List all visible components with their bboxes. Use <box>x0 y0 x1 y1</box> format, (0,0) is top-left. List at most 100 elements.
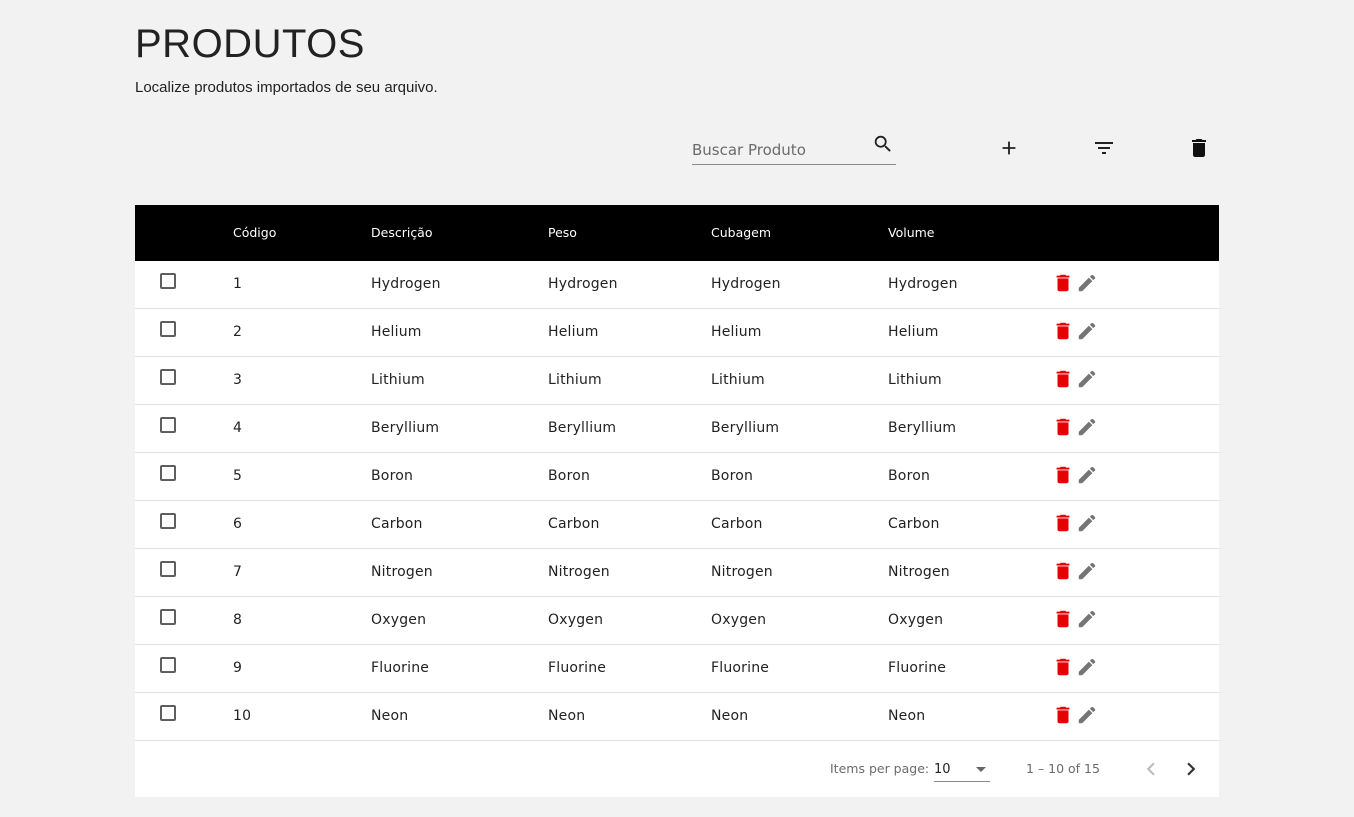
row-checkbox[interactable] <box>160 609 176 625</box>
cell-codigo: 8 <box>233 612 243 628</box>
table-row: 3 Lithium Lithium Lithium Lithium <box>135 357 1219 405</box>
edit-icon[interactable] <box>1076 272 1098 294</box>
edit-icon[interactable] <box>1076 512 1098 534</box>
row-checkbox[interactable] <box>160 417 176 433</box>
filter-button[interactable] <box>1089 133 1119 163</box>
table-row: 1 Hydrogen Hydrogen Hydrogen Hydrogen <box>135 261 1219 309</box>
items-per-page-select[interactable]: 10 <box>934 757 990 782</box>
cell-descricao: Hydrogen <box>371 276 441 292</box>
row-checkbox[interactable] <box>160 465 176 481</box>
cell-descricao: Beryllium <box>371 420 440 436</box>
cell-volume: Beryllium <box>888 420 957 436</box>
row-checkbox[interactable] <box>160 561 176 577</box>
cell-volume: Nitrogen <box>888 564 950 580</box>
edit-icon[interactable] <box>1076 656 1098 678</box>
cell-peso: Helium <box>548 324 599 340</box>
cell-volume: Lithium <box>888 372 942 388</box>
cell-volume: Hydrogen <box>888 276 958 292</box>
row-checkbox[interactable] <box>160 657 176 673</box>
edit-icon[interactable] <box>1076 704 1098 726</box>
edit-icon[interactable] <box>1076 608 1098 630</box>
products-table: Código Descrição Peso Cubagem Volume 1 Hy… <box>135 205 1219 797</box>
trash-icon[interactable] <box>1052 464 1074 486</box>
cell-cubagem: Lithium <box>711 372 765 388</box>
row-checkbox[interactable] <box>160 513 176 529</box>
cell-peso: Fluorine <box>548 660 607 676</box>
edit-icon[interactable] <box>1076 320 1098 342</box>
add-button[interactable] <box>994 133 1024 163</box>
trash-icon[interactable] <box>1052 416 1074 438</box>
paginator: Items per page: 10 1 – 10 of 15 <box>135 741 1219 797</box>
cell-cubagem: Carbon <box>711 516 763 532</box>
cell-volume: Helium <box>888 324 939 340</box>
table-row: 9 Fluorine Fluorine Fluorine Fluorine <box>135 645 1219 693</box>
cell-cubagem: Fluorine <box>711 660 770 676</box>
trash-icon[interactable] <box>1052 704 1074 726</box>
cell-descricao: Carbon <box>371 516 423 532</box>
search-icon[interactable] <box>872 133 894 155</box>
cell-descricao: Neon <box>371 708 409 724</box>
filter-icon <box>1095 142 1113 154</box>
cell-codigo: 6 <box>233 516 243 532</box>
items-per-page-value: 10 <box>934 762 951 777</box>
trash-icon[interactable] <box>1052 608 1074 630</box>
table-row: 7 Nitrogen Nitrogen Nitrogen Nitrogen <box>135 549 1219 597</box>
cell-cubagem: Nitrogen <box>711 564 773 580</box>
cell-peso: Hydrogen <box>548 276 618 292</box>
column-header-cubagem[interactable]: Cubagem <box>711 205 771 261</box>
search-input[interactable] <box>692 139 862 161</box>
trash-icon[interactable] <box>1052 368 1074 390</box>
cell-descricao: Lithium <box>371 372 425 388</box>
page-title: PRODUTOS <box>135 22 365 66</box>
cell-peso: Nitrogen <box>548 564 610 580</box>
cell-cubagem: Helium <box>711 324 762 340</box>
cell-volume: Oxygen <box>888 612 944 628</box>
column-header-codigo[interactable]: Código <box>233 205 276 261</box>
cell-cubagem: Neon <box>711 708 749 724</box>
delete-icon <box>1192 139 1206 157</box>
column-header-volume[interactable]: Volume <box>888 205 935 261</box>
cell-descricao: Fluorine <box>371 660 430 676</box>
cell-volume: Carbon <box>888 516 940 532</box>
items-per-page-label: Items per page: <box>830 761 930 776</box>
cell-cubagem: Boron <box>711 468 754 484</box>
table-header: Código Descrição Peso Cubagem Volume <box>135 205 1219 261</box>
cell-descricao: Oxygen <box>371 612 427 628</box>
cell-descricao: Helium <box>371 324 422 340</box>
row-checkbox[interactable] <box>160 369 176 385</box>
cell-peso: Beryllium <box>548 420 617 436</box>
row-checkbox[interactable] <box>160 321 176 337</box>
cell-codigo: 3 <box>233 372 243 388</box>
edit-icon[interactable] <box>1076 368 1098 390</box>
row-checkbox[interactable] <box>160 273 176 289</box>
table-row: 8 Oxygen Oxygen Oxygen Oxygen <box>135 597 1219 645</box>
cell-descricao: Boron <box>371 468 414 484</box>
table-row: 5 Boron Boron Boron Boron <box>135 453 1219 501</box>
trash-icon[interactable] <box>1052 560 1074 582</box>
cell-volume: Neon <box>888 708 926 724</box>
cell-volume: Fluorine <box>888 660 947 676</box>
cell-peso: Lithium <box>548 372 602 388</box>
trash-icon[interactable] <box>1052 272 1074 294</box>
trash-icon[interactable] <box>1052 320 1074 342</box>
cell-codigo: 10 <box>233 708 252 724</box>
cell-peso: Carbon <box>548 516 600 532</box>
row-checkbox[interactable] <box>160 705 176 721</box>
edit-icon[interactable] <box>1076 560 1098 582</box>
cell-codigo: 9 <box>233 660 243 676</box>
edit-icon[interactable] <box>1076 464 1098 486</box>
cell-peso: Oxygen <box>548 612 604 628</box>
cell-peso: Neon <box>548 708 586 724</box>
chevron-left-icon[interactable] <box>1138 756 1164 782</box>
cell-codigo: 7 <box>233 564 243 580</box>
add-icon <box>1002 141 1016 155</box>
column-header-peso[interactable]: Peso <box>548 205 577 261</box>
chevron-right-icon[interactable] <box>1178 756 1204 782</box>
column-header-descricao[interactable]: Descrição <box>371 205 433 261</box>
cell-cubagem: Beryllium <box>711 420 780 436</box>
edit-icon[interactable] <box>1076 416 1098 438</box>
trash-icon[interactable] <box>1052 512 1074 534</box>
cell-codigo: 2 <box>233 324 243 340</box>
delete-selected-button[interactable] <box>1184 133 1214 163</box>
trash-icon[interactable] <box>1052 656 1074 678</box>
